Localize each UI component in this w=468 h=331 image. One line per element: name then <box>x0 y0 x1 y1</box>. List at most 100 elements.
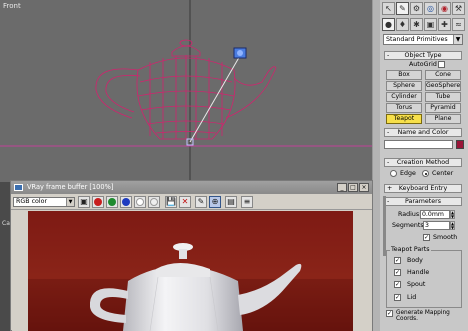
blue-channel-button[interactable] <box>120 196 132 208</box>
creation-method-rollout[interactable]: - Creation Method <box>384 158 462 167</box>
shapes-icon[interactable]: ♦ <box>396 18 409 31</box>
minimize-icon[interactable]: _ <box>337 183 347 192</box>
plane-button[interactable]: Plane <box>425 114 461 124</box>
name-and-color-rollout[interactable]: - Name and Color <box>384 128 462 137</box>
display-icon[interactable]: ◉ <box>438 2 451 15</box>
edge-radio[interactable] <box>390 170 397 177</box>
teapot-wireframe[interactable] <box>95 39 277 140</box>
body-label: Body <box>407 257 423 264</box>
expand-icon: + <box>387 185 393 192</box>
hidden-viewport-label: Ca <box>2 220 10 227</box>
handle-checkbox[interactable]: ✓ <box>394 269 401 276</box>
smooth-checkbox[interactable]: ✓ <box>423 234 430 241</box>
info-icon[interactable]: ≡ <box>241 196 253 208</box>
keyboard-entry-rollout[interactable]: + Keyboard Entry <box>384 184 462 193</box>
channel-dropdown[interactable]: RGB color ▼ <box>13 197 75 207</box>
helpers-icon[interactable]: ✚ <box>438 18 451 31</box>
autogrid-label: AutoGrid <box>409 61 437 68</box>
vfb-title-bar[interactable]: VRay frame buffer [100%] <box>11 181 372 194</box>
category-dropdown-value: Standard Primitives <box>386 36 448 43</box>
rollout-title: Creation Method <box>396 159 450 166</box>
radius-spinner[interactable]: ▲ ▼ <box>450 210 455 219</box>
cameras-icon[interactable]: ▣ <box>424 18 437 31</box>
radius-input[interactable]: 0.0mm <box>420 210 450 219</box>
mapping-coords-label: Generate Mapping Coords. <box>396 310 450 322</box>
lights-icon[interactable]: ✱ <box>410 18 423 31</box>
rendered-teapot-image <box>28 211 353 331</box>
window-icon <box>14 184 23 191</box>
close-icon[interactable]: × <box>359 183 369 192</box>
autogrid-checkbox[interactable] <box>438 61 445 68</box>
sphere-button[interactable]: Sphere <box>386 81 422 91</box>
vray-frame-buffer-window[interactable]: VRay frame buffer [100%] _ □ × RGB color… <box>10 180 373 331</box>
command-panel-tabs: ↖ ✎ ⚙ ◎ ◉ ⚒ <box>382 2 465 15</box>
collapse-icon: - <box>387 198 390 205</box>
collapse-icon: - <box>387 52 390 59</box>
green-channel-button[interactable] <box>106 196 118 208</box>
collapse-icon: - <box>387 159 390 166</box>
rollout-title: Parameters <box>404 198 442 205</box>
cone-button[interactable]: Cone <box>425 70 461 80</box>
maximize-icon[interactable]: □ <box>348 183 358 192</box>
segments-input[interactable]: 3 <box>423 221 450 230</box>
spout-checkbox[interactable]: ✓ <box>394 281 401 288</box>
vfb-right-margin <box>353 211 372 331</box>
cylinder-button[interactable]: Cylinder <box>386 92 422 102</box>
history-icon[interactable]: ▤ <box>225 196 237 208</box>
box-button[interactable]: Box <box>386 70 422 80</box>
vfb-left-margin <box>12 211 28 331</box>
teapot-parts-title: Teapot Parts <box>390 246 431 253</box>
rollout-title: Keyboard Entry <box>398 185 448 192</box>
mapping-coords-checkbox[interactable]: ✓ <box>386 310 393 317</box>
geometry-icon[interactable]: ● <box>382 18 395 31</box>
segments-label: Segments: <box>392 222 426 229</box>
vfb-title: VRay frame buffer [100%] <box>27 183 114 191</box>
handle-label: Handle <box>407 269 430 276</box>
rollout-title: Name and Color <box>397 129 449 136</box>
hierarchy-icon[interactable]: ⚙ <box>410 2 423 15</box>
radius-label: Radius: <box>398 211 422 218</box>
lid-label: Lid <box>407 294 417 301</box>
object-color-swatch[interactable] <box>456 140 464 149</box>
rollout-title: Object Type <box>404 52 442 59</box>
red-channel-button[interactable] <box>92 196 104 208</box>
track-mouse-icon[interactable]: ✎ <box>195 196 207 208</box>
save-icon[interactable]: 💾 <box>165 196 177 208</box>
parameters-rollout[interactable]: - Parameters <box>384 197 462 206</box>
geosphere-button[interactable]: GeoSphere <box>425 81 461 91</box>
segments-spinner[interactable]: ▲ ▼ <box>450 221 455 230</box>
utilities-icon[interactable]: ⚒ <box>452 2 465 15</box>
pointer-icon[interactable]: ↖ <box>382 2 395 15</box>
collapse-icon: - <box>387 129 390 136</box>
command-panel: ↖ ✎ ⚙ ◎ ◉ ⚒ ● ♦ ✱ ▣ ✚ ≈ Standard Primiti… <box>380 0 468 331</box>
lid-checkbox[interactable]: ✓ <box>394 294 401 301</box>
panel-divider <box>372 0 380 331</box>
region-render-icon[interactable]: ⊕ <box>209 196 221 208</box>
chevron-down-icon[interactable]: ▼ <box>453 35 462 44</box>
center-label: Center <box>432 170 454 177</box>
save-channel-icon[interactable]: ▣ <box>78 196 90 208</box>
panel-scrollbar[interactable] <box>383 196 386 256</box>
object-type-rollout[interactable]: - Object Type <box>384 51 462 60</box>
pyramid-button[interactable]: Pyramid <box>425 103 461 113</box>
create-tab-icon[interactable]: ✎ <box>396 2 409 15</box>
light-icon[interactable] <box>233 47 247 59</box>
mono-channel-button[interactable] <box>148 196 160 208</box>
motion-icon[interactable]: ◎ <box>424 2 437 15</box>
spout-label: Spout <box>407 281 426 288</box>
teapot-button[interactable]: Teapot <box>386 114 422 124</box>
spacewarps-icon[interactable]: ≈ <box>452 18 465 31</box>
alpha-channel-button[interactable] <box>134 196 146 208</box>
tube-button[interactable]: Tube <box>425 92 461 102</box>
body-checkbox[interactable]: ✓ <box>394 257 401 264</box>
edge-label: Edge <box>400 170 416 177</box>
render-preview[interactable] <box>28 211 353 331</box>
clear-icon[interactable]: ✕ <box>179 196 191 208</box>
torus-button[interactable]: Torus <box>386 103 422 113</box>
viewport-label[interactable]: Front <box>3 2 21 10</box>
category-dropdown[interactable]: Standard Primitives ▼ <box>383 34 463 45</box>
center-radio[interactable] <box>422 170 429 177</box>
object-name-field[interactable] <box>384 140 453 149</box>
smooth-label: Smooth <box>433 234 458 241</box>
chevron-down-icon[interactable]: ▼ <box>66 198 74 206</box>
